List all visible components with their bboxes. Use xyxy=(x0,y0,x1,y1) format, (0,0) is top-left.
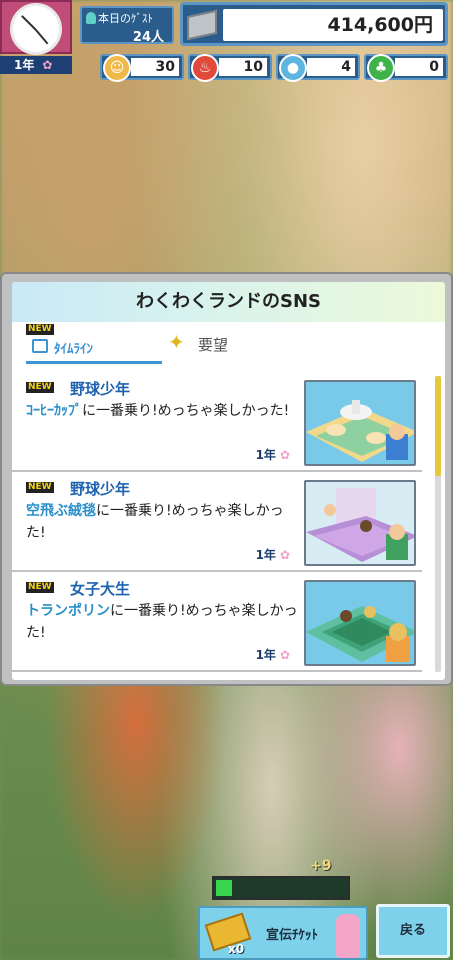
clock-hour-hand xyxy=(21,15,37,31)
year-badge: 1年 ✿ xyxy=(0,56,72,74)
stat-leaf: ♣ 0 xyxy=(364,54,448,82)
tab-requests[interactable]: ✦ 要望 xyxy=(168,322,288,364)
clock xyxy=(0,0,72,55)
guests-label: 本日のｹﾞｽﾄ xyxy=(98,12,153,25)
stat-water: ● 4 xyxy=(276,54,360,82)
new-badge: NEW xyxy=(26,582,54,593)
progress-plus: +9 xyxy=(310,858,332,874)
flower-icon: ✿ xyxy=(42,58,53,72)
fire-icon: ♨ xyxy=(191,54,219,82)
sns-title: わくわくランドのSNS xyxy=(12,282,445,322)
water-drop-icon: ● xyxy=(279,54,307,82)
flower-icon: ✿ xyxy=(279,548,290,562)
post-message: に一番乗り!めっちゃ楽しかった! xyxy=(82,403,290,419)
poster-name: 野球少年 xyxy=(70,480,131,498)
poster-name: 野球少年 xyxy=(70,380,131,398)
sns-tabs: NEW ﾀｲﾑﾗｲﾝ ✦ 要望 xyxy=(12,322,445,364)
post-date: 1年 ✿ xyxy=(256,646,290,663)
stat-fire: ♨ 10 xyxy=(188,54,272,82)
stat-value: 10 xyxy=(219,58,267,76)
flower-icon: ✿ xyxy=(279,648,290,662)
money-display: 414,600円 xyxy=(180,2,448,46)
year-label: 1年 xyxy=(14,58,35,72)
camera-icon xyxy=(32,339,48,353)
attraction-name: 空飛ぶ絨毯 xyxy=(26,503,96,519)
new-badge: NEW xyxy=(26,324,54,335)
list-item[interactable]: NEW 野球少年 空飛ぶ絨毯に一番乗り!めっちゃ楽しかった! 1年 ✿ xyxy=(12,474,422,572)
sparkle-icon: ✦ xyxy=(168,330,185,354)
attraction-thumbnail xyxy=(304,380,416,466)
list-item[interactable]: NEW 野球少年 ｺｰﾋｰｶｯﾌﾟに一番乗り!めっちゃ楽しかった! 1年 ✿ xyxy=(12,374,422,472)
tab-requests-label: 要望 xyxy=(198,336,229,354)
back-button[interactable]: 戻る xyxy=(376,904,450,958)
progress-fill xyxy=(216,880,232,896)
post-date-text: 1年 xyxy=(255,648,276,662)
attraction-thumbnail xyxy=(304,580,416,666)
person-icon xyxy=(86,12,96,24)
attraction-thumbnail xyxy=(304,480,416,566)
smiley-icon: ☺ xyxy=(103,54,131,82)
ticket-progress-bar xyxy=(212,876,350,900)
list-item[interactable]: NEW 女子大生 トランポリンに一番乗り!めっちゃ楽しかった! 1年 ✿ xyxy=(12,574,422,672)
tab-timeline-label: ﾀｲﾑﾗｲﾝ xyxy=(54,342,93,357)
ticket-count: x0 xyxy=(228,942,245,956)
new-badge: NEW xyxy=(26,482,54,493)
post-date-text: 1年 xyxy=(255,548,276,562)
clock-face xyxy=(10,3,62,55)
sns-panel-inner: わくわくランドのSNS NEW ﾀｲﾑﾗｲﾝ ✦ 要望 NEW 野球少年 ｺｰﾋ… xyxy=(12,282,445,680)
leaf-icon: ♣ xyxy=(367,54,395,82)
post-date-text: 1年 xyxy=(255,448,276,462)
post-date: 1年 ✿ xyxy=(256,446,290,463)
poster-name: 女子大生 xyxy=(70,580,131,598)
stat-value: 4 xyxy=(307,58,355,76)
post-date: 1年 ✿ xyxy=(256,546,290,563)
attraction-name: トランポリン xyxy=(26,603,110,619)
post-text: トランポリンに一番乗り!めっちゃ楽しかった! xyxy=(26,600,302,644)
stats-bar: ☺ 30 ♨ 10 ● 4 ♣ 0 xyxy=(100,52,453,82)
post-text: ｺｰﾋｰｶｯﾌﾟに一番乗り!めっちゃ楽しかった! xyxy=(26,400,302,422)
new-badge: NEW xyxy=(26,382,54,393)
cash-icon xyxy=(187,9,217,41)
stat-value: 0 xyxy=(395,58,443,76)
scrollbar-thumb[interactable] xyxy=(435,376,441,476)
clock-minute-hand xyxy=(35,29,49,45)
timeline-feed[interactable]: NEW 野球少年 ｺｰﾋｰｶｯﾌﾟに一番乗り!めっちゃ楽しかった! 1年 ✿ N… xyxy=(12,374,445,680)
money-amount: 414,600円 xyxy=(223,9,443,41)
flower-icon: ✿ xyxy=(279,448,290,462)
ad-ticket-button[interactable]: x0 宣伝ﾁｹｯﾄ xyxy=(198,906,368,960)
post-text: 空飛ぶ絨毯に一番乗り!めっちゃ楽しかった! xyxy=(26,500,302,544)
sns-panel: わくわくランドのSNS NEW ﾀｲﾑﾗｲﾝ ✦ 要望 NEW 野球少年 ｺｰﾋ… xyxy=(0,272,453,686)
guests-value: 24人 xyxy=(132,30,164,45)
stat-smiley: ☺ 30 xyxy=(100,54,184,82)
stat-value: 30 xyxy=(131,58,179,76)
attraction-name: ｺｰﾋｰｶｯﾌﾟ xyxy=(26,403,82,419)
ticket-label: 宣伝ﾁｹｯﾄ xyxy=(266,928,319,943)
tab-timeline[interactable]: NEW ﾀｲﾑﾗｲﾝ xyxy=(26,322,162,364)
bunny-icon xyxy=(336,914,360,958)
guests-counter: 本日のｹﾞｽﾄ 24人 xyxy=(80,6,174,45)
